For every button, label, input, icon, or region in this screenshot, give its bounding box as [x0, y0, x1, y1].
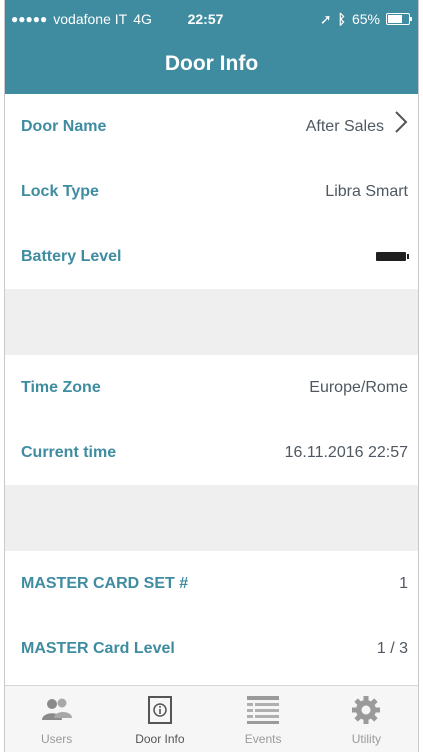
network-type: 4G: [133, 11, 152, 27]
gear-icon: [351, 694, 381, 726]
section-separator: [5, 485, 418, 551]
phone-screen: ●●●●● vodafone IT 4G 22:57 ➚ ᛒ 65% Door …: [4, 0, 419, 752]
tab-users-label: Users: [40, 732, 73, 746]
time-zone-value: Europe/Rome: [309, 378, 408, 396]
chevron-right-icon: [394, 110, 408, 139]
bluetooth-icon: ᛒ: [337, 11, 346, 27]
signal-strength-icon: ●●●●●: [11, 12, 48, 26]
lock-type-value: Libra Smart: [325, 182, 408, 200]
tab-door-info-label: Door Info: [135, 732, 185, 746]
location-arrow-icon: ➚: [319, 10, 332, 27]
users-icon: [40, 694, 74, 726]
carrier-name: vodafone IT: [53, 11, 128, 27]
master-card-level-label: MASTER Card Level: [21, 639, 175, 657]
lock-type-label: Lock Type: [21, 182, 99, 200]
time-zone-label: Time Zone: [21, 378, 101, 396]
door-name-value: After Sales: [305, 117, 384, 135]
door-name-label: Door Name: [21, 117, 107, 135]
battery-level-label: Battery Level: [21, 247, 122, 265]
tab-bar: Users Door Info Events Utility: [5, 685, 418, 752]
master-card-set-row: MASTER CARD SET # 1: [5, 551, 418, 616]
door-name-row[interactable]: Door Name After Sales: [5, 94, 418, 159]
tab-events[interactable]: Events: [212, 686, 315, 752]
page-title: Door Info: [164, 52, 259, 75]
section-separator: [5, 289, 418, 355]
battery-percent: 65%: [351, 11, 380, 27]
events-list-icon: [246, 694, 280, 726]
master-card-set-value: 1: [399, 574, 408, 592]
tab-utility-label: Utility: [351, 732, 382, 746]
time-zone-row: Time Zone Europe/Rome: [5, 355, 418, 420]
current-time-row: Current time 16.11.2016 22:57: [5, 420, 418, 485]
tab-door-info[interactable]: Door Info: [108, 686, 211, 752]
door-info-icon: [147, 694, 173, 726]
tab-users[interactable]: Users: [5, 686, 108, 752]
master-card-level-row: MASTER Card Level 1 / 3: [5, 616, 418, 681]
lock-type-row: Lock Type Libra Smart: [5, 159, 418, 224]
tab-events-label: Events: [244, 732, 282, 746]
master-card-set-label: MASTER CARD SET #: [21, 574, 189, 592]
battery-level-row: Battery Level: [5, 224, 418, 289]
status-time: 22:57: [187, 11, 224, 27]
status-bar: ●●●●● vodafone IT 4G 22:57 ➚ ᛒ 65%: [5, 4, 418, 34]
nav-header: ●●●●● vodafone IT 4G 22:57 ➚ ᛒ 65% Door …: [5, 0, 418, 94]
current-time-value: 16.11.2016 22:57: [284, 443, 408, 461]
door-info-list: Door Name After Sales Lock Type Libra Sm…: [5, 94, 418, 681]
tab-utility[interactable]: Utility: [315, 686, 418, 752]
current-time-label: Current time: [21, 443, 117, 461]
battery-level-icon: [376, 252, 409, 261]
master-card-level-value: 1 / 3: [376, 639, 408, 657]
battery-status-icon: [386, 13, 412, 25]
